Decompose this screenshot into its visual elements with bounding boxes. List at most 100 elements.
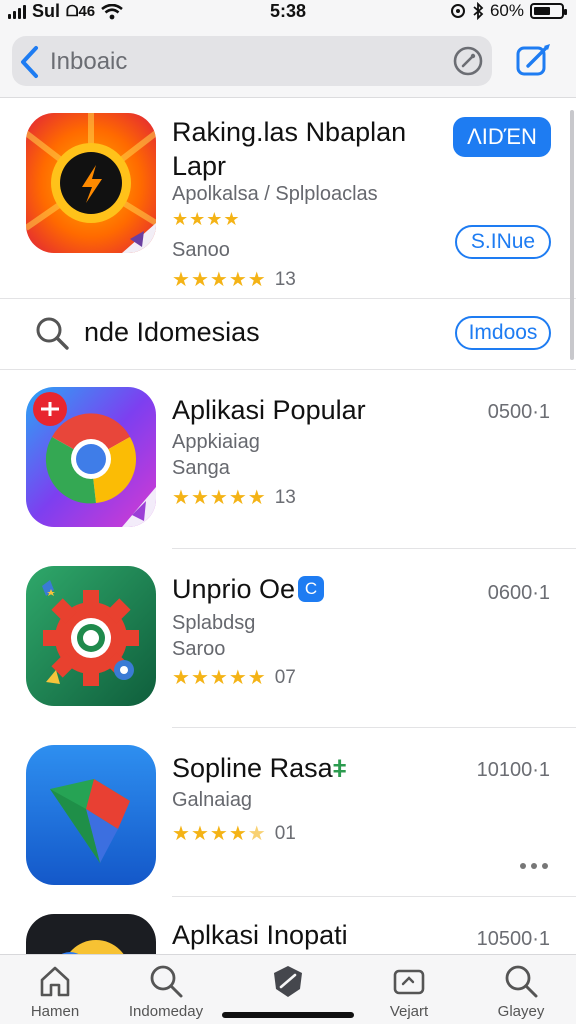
search-icon [36, 317, 69, 350]
app-value: 0500·1 [487, 401, 550, 423]
tab-label: Hamen [30, 1003, 80, 1020]
star-icon: ★ [189, 209, 206, 229]
chevron-left-icon[interactable] [16, 44, 44, 80]
app-icon[interactable] [26, 566, 156, 706]
divider [172, 896, 576, 897]
app-name[interactable]: Unprio Oe C [172, 574, 325, 605]
suggestion-button[interactable]: Imdoos [455, 316, 551, 350]
star-icon: ★ [209, 487, 228, 509]
app-category: Appkiaiag [172, 431, 260, 453]
verified-badge-icon: C [298, 576, 325, 602]
tab-label: Glayey [497, 1003, 545, 1020]
star-icon: ★ [172, 487, 190, 509]
featured-app-icon[interactable] [26, 113, 156, 253]
clear-icon[interactable] [452, 45, 484, 77]
app-row[interactable]: Unprio Oe C Splabdsg Saroo ★ ★ ★ ★ ★ 07 0600·… [0, 550, 576, 728]
app-developer: Saroo [172, 638, 226, 660]
tab-label: Indomeday [128, 1003, 204, 1020]
wallet-icon [393, 969, 425, 995]
app-developer: Sanga [172, 457, 230, 479]
app-row[interactable]: Aplikasi Popular Appkiaiag Sanga ★ ★ ★ ★ ★ 1… [0, 371, 576, 549]
compose-icon[interactable] [514, 40, 554, 80]
featured-app-row[interactable]: Raking.las Nbaplan Lapr Apolkalsa / Splp… [0, 99, 576, 298]
search-icon [150, 965, 183, 998]
app-name-text[interactable]: Sopline Rasa [172, 753, 333, 783]
tab-center[interactable] [233, 963, 343, 999]
tab-wallet[interactable]: Vejart [354, 963, 464, 1020]
featured-app-mini-stars: ★ ★ ★ ★ [172, 209, 240, 230]
star-icon: ★ [228, 487, 247, 509]
app-value: 10500·1 [476, 928, 550, 950]
star-half-icon: ★ [247, 823, 266, 845]
app-rating: ★ ★ ★ ★ ★ 07 [172, 665, 296, 690]
star-icon: ★ [247, 667, 266, 689]
app-name[interactable]: Aplikasi Popular [172, 395, 366, 426]
app-rating: ★ ★ ★ ★ ★ 13 [172, 485, 296, 510]
star-icon: ★ [228, 823, 247, 845]
tab-label: Vejart [389, 1003, 429, 1020]
star-icon: ★ [228, 269, 247, 291]
tab-search-2[interactable]: Glayey [466, 963, 576, 1020]
star-icon: ★ [172, 823, 190, 845]
star-icon: ★ [223, 209, 240, 229]
divider [172, 548, 576, 549]
star-icon: ★ [247, 487, 266, 509]
battery-icon [530, 3, 567, 19]
star-icon: ★ [209, 823, 228, 845]
star-icon: ★ [172, 209, 189, 229]
app-rating: ★ ★ ★ ★ ★ 01 [172, 821, 296, 846]
app-name-text[interactable]: Unprio Oe [172, 574, 295, 604]
app-category: Galnaiag [172, 789, 253, 811]
app-icon[interactable] [26, 387, 156, 527]
featured-app-developer: Sanoo [172, 239, 230, 261]
featured-app-rating: ★ ★ ★ ★ ★ 13 [172, 267, 296, 292]
star-icon: ★ [247, 269, 266, 291]
home-indicator[interactable] [222, 1012, 354, 1018]
bluetooth-icon [473, 2, 484, 20]
app-icon[interactable] [26, 914, 156, 954]
location-icon [450, 4, 465, 18]
search-suggestion-row[interactable]: nde Idomesias Imdoos [0, 298, 576, 370]
featured-app-category: Apolkalsa / Splploaclas [172, 183, 378, 205]
app-name[interactable]: Sopline Rasaǂ [172, 753, 347, 784]
featured-app-name-line2[interactable]: Lapr [172, 151, 226, 182]
star-icon: ★ [190, 823, 209, 845]
rating-count: 13 [274, 486, 296, 508]
star-icon: ★ [209, 269, 228, 291]
scroll-indicator[interactable] [570, 110, 574, 360]
search-input[interactable]: Inboaic [50, 48, 127, 76]
shield-icon [274, 966, 302, 997]
suggestion-text[interactable]: nde Idomesias [84, 317, 260, 348]
app-value: 10100·1 [476, 759, 550, 781]
secondary-button[interactable]: S.INue [455, 225, 551, 259]
rating-count: 01 [274, 822, 296, 844]
featured-app-name[interactable]: Raking.las Nbaplan [172, 117, 406, 148]
app-row[interactable]: Sopline Rasaǂ Galnaiag ★ ★ ★ ★ ★ 01 10100·1 [0, 729, 576, 897]
get-button[interactable]: ΛΙDΈΝ [453, 117, 551, 157]
status-right: 60% [450, 1, 567, 21]
rating-count: 13 [274, 268, 296, 290]
star-icon: ★ [206, 209, 223, 229]
rating-count: 07 [274, 666, 296, 688]
more-icon[interactable] [520, 860, 550, 872]
tab-home[interactable]: Hamen [0, 963, 110, 1020]
search-header: Inboaic [0, 26, 576, 98]
app-icon[interactable] [26, 745, 156, 885]
status-bar: Sul ᗝ46 5:38 60% [0, 0, 576, 26]
app-value: 0600·1 [487, 582, 550, 604]
star-icon: ★ [209, 667, 228, 689]
star-icon: ★ [190, 269, 209, 291]
green-mark-icon: ǂ [332, 756, 347, 783]
divider [172, 727, 576, 728]
star-icon: ★ [190, 667, 209, 689]
app-category: Splabdsg [172, 612, 256, 634]
home-icon [40, 966, 70, 997]
app-row[interactable]: Aplkasi Inopati 10500·1 [0, 898, 576, 954]
search-icon [505, 965, 538, 998]
tab-search[interactable]: Indomeday [111, 963, 221, 1020]
star-icon: ★ [228, 667, 247, 689]
star-icon: ★ [172, 667, 190, 689]
search-bar[interactable]: Inboaic [12, 36, 492, 86]
star-icon: ★ [172, 269, 190, 291]
app-name[interactable]: Aplkasi Inopati [172, 920, 348, 951]
